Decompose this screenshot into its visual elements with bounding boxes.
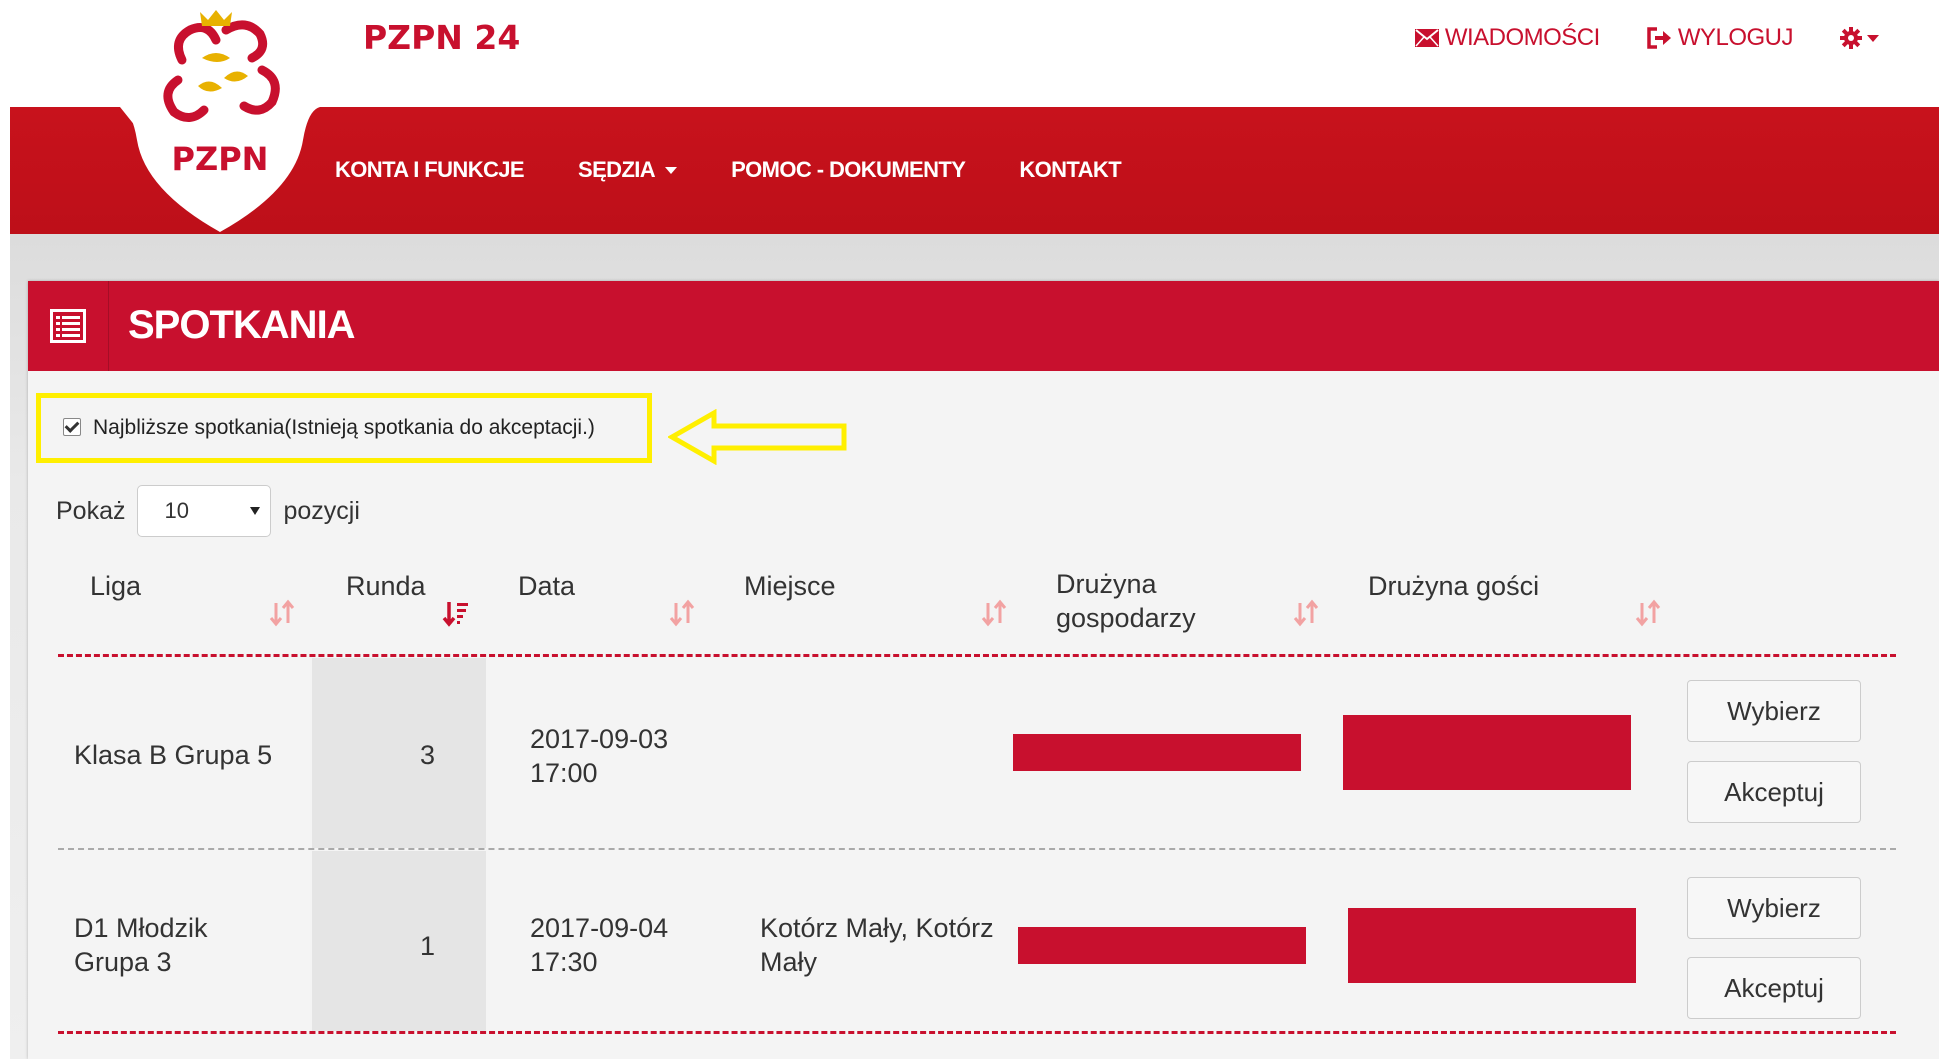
top-links: WIADOMOŚCI WYLOGUJ bbox=[1414, 24, 1879, 52]
accept-button[interactable]: Akceptuj bbox=[1687, 761, 1861, 823]
header-home-line1: Drużyna bbox=[1056, 569, 1157, 599]
logo-text: PZPN bbox=[172, 140, 269, 178]
messages-link[interactable]: WIADOMOŚCI bbox=[1414, 24, 1601, 52]
header-home[interactable]: Drużyna gospodarzy bbox=[1056, 567, 1196, 635]
header-runda[interactable]: Runda bbox=[346, 569, 426, 603]
runda-column-bg bbox=[312, 658, 486, 848]
upcoming-checkbox-label[interactable]: Najbliższe spotkania(Istnieją spotkania … bbox=[93, 416, 595, 440]
nav-accounts-label: KONTA I FUNKCJE bbox=[335, 157, 525, 182]
cell-liga-line2: Grupa 3 bbox=[74, 947, 172, 977]
chevron-down-icon bbox=[1867, 34, 1879, 42]
header-miejsce[interactable]: Miejsce bbox=[744, 569, 836, 603]
pzpn-logo[interactable]: PZPN bbox=[120, 0, 320, 238]
gear-icon bbox=[1840, 27, 1862, 49]
table-row: Klasa B Grupa 5 3 2017-09-03 17:00 Wybie… bbox=[58, 658, 1896, 848]
cell-liga: Klasa B Grupa 5 bbox=[74, 740, 273, 770]
sort-both-icon[interactable] bbox=[268, 599, 296, 627]
header-away[interactable]: Drużyna gości bbox=[1368, 569, 1539, 603]
logout-link[interactable]: WYLOGUJ bbox=[1646, 24, 1794, 52]
row-divider bbox=[58, 848, 1896, 850]
chevron-down-icon bbox=[665, 166, 678, 174]
nav-contact[interactable]: KONTAKT bbox=[1019, 157, 1121, 183]
table-bottom-divider bbox=[58, 1031, 1896, 1034]
nav-contact-label: KONTAKT bbox=[1019, 157, 1122, 182]
logout-label: WYLOGUJ bbox=[1677, 24, 1794, 51]
select-button[interactable]: Wybierz bbox=[1687, 680, 1861, 742]
upcoming-checkbox[interactable] bbox=[63, 418, 81, 436]
sort-both-icon[interactable] bbox=[1292, 599, 1320, 627]
sort-both-icon[interactable] bbox=[668, 599, 696, 627]
nav-help-label: POMOC - DOKUMENTY bbox=[731, 157, 966, 182]
runda-column-bg bbox=[312, 851, 486, 1031]
header-divider bbox=[58, 654, 1896, 657]
panel-header: SPOTKANIA bbox=[28, 281, 1939, 371]
header-home-line2: gospodarzy bbox=[1056, 603, 1196, 633]
nav-referee-label: SĘDZIA bbox=[578, 157, 656, 182]
cell-time: 17:00 bbox=[530, 758, 598, 788]
cell-liga: D1 Młodzik bbox=[74, 913, 208, 943]
cell-runda: 1 bbox=[420, 931, 436, 961]
cell-runda: 3 bbox=[420, 740, 436, 770]
nav-referee[interactable]: SĘDZIA bbox=[578, 157, 678, 183]
cell-place: Kotórz Mały, Kotórz bbox=[760, 913, 994, 943]
logout-icon bbox=[1647, 27, 1671, 49]
list-icon-box bbox=[28, 281, 109, 371]
cell-place-line2: Mały bbox=[760, 947, 818, 977]
cell-date: 2017-09-04 bbox=[530, 913, 669, 943]
cell-time: 17:30 bbox=[530, 947, 598, 977]
arrow-left-icon bbox=[668, 409, 847, 465]
highlight-box: Najbliższe spotkania(Istnieją spotkania … bbox=[36, 393, 652, 463]
length-suffix: pozycji bbox=[283, 496, 360, 525]
page-size-select[interactable]: 10 bbox=[137, 485, 272, 537]
app-title: PZPN 24 bbox=[363, 18, 521, 57]
nav-accounts[interactable]: KONTA I FUNKCJE bbox=[335, 157, 525, 183]
redacted-away-team bbox=[1343, 715, 1631, 790]
select-button[interactable]: Wybierz bbox=[1687, 877, 1861, 939]
settings-menu[interactable] bbox=[1839, 26, 1879, 50]
cell-date: 2017-09-03 bbox=[530, 724, 669, 754]
nav-help[interactable]: POMOC - DOKUMENTY bbox=[731, 157, 966, 183]
page-size-value: 10 bbox=[164, 498, 189, 523]
sort-both-icon[interactable] bbox=[1634, 599, 1662, 627]
header-data[interactable]: Data bbox=[518, 569, 575, 603]
length-menu: Pokaż 10 pozycji bbox=[56, 485, 360, 537]
accept-button[interactable]: Akceptuj bbox=[1687, 957, 1861, 1019]
redacted-home-team bbox=[1013, 734, 1301, 771]
sort-desc-icon[interactable] bbox=[442, 599, 470, 627]
table-row: D1 Młodzik Grupa 3 1 2017-09-04 17:30 Ko… bbox=[58, 851, 1896, 1031]
meetings-panel: SPOTKANIA Najbliższe spotkania(Istnieją … bbox=[28, 281, 1939, 1059]
messages-label: WIADOMOŚCI bbox=[1444, 24, 1601, 51]
redacted-home-team bbox=[1018, 927, 1306, 964]
panel-title: SPOTKANIA bbox=[128, 303, 356, 347]
length-prefix: Pokaż bbox=[56, 496, 126, 525]
chevron-down-icon bbox=[250, 507, 261, 515]
redacted-away-team bbox=[1348, 908, 1636, 983]
list-icon bbox=[50, 309, 86, 343]
envelope-icon bbox=[1414, 29, 1439, 47]
sort-both-icon[interactable] bbox=[980, 599, 1008, 627]
header-liga[interactable]: Liga bbox=[90, 569, 141, 603]
